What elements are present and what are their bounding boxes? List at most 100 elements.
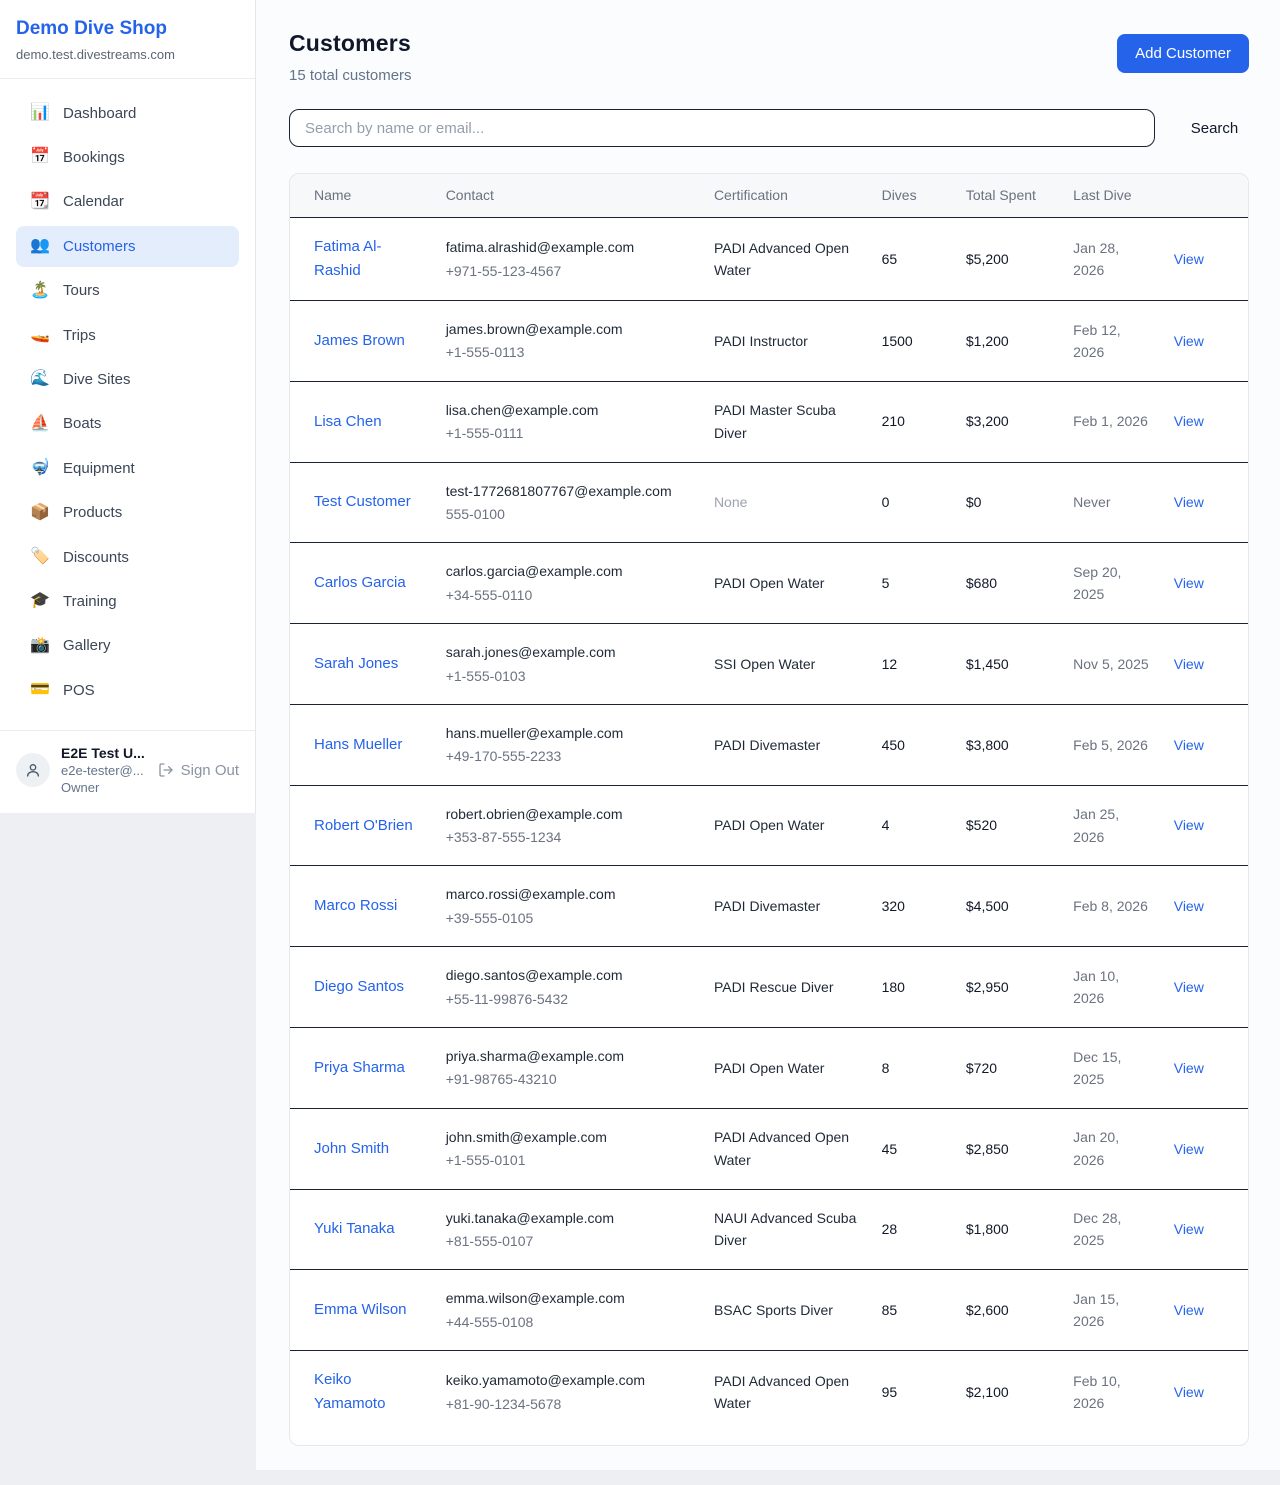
page-header: Customers 15 total customers Add Custome… <box>289 30 1249 84</box>
customer-phone: +1-555-0111 <box>446 422 690 444</box>
table-row: Diego Santos diego.santos@example.com +5… <box>290 947 1248 1028</box>
customer-certification: PADI Rescue Diver <box>714 979 834 995</box>
sidebar-nav: 📊 Dashboard 📅 Bookings 📆 Calendar 👥 Cust… <box>0 79 255 730</box>
page-title: Customers <box>289 30 412 57</box>
view-customer-link[interactable]: View <box>1174 251 1204 267</box>
products-icon: 📦 <box>30 502 50 524</box>
sidebar-item-equipment[interactable]: 🤿 Equipment <box>16 448 239 488</box>
sidebar-item-label: Boats <box>63 413 101 434</box>
view-customer-link[interactable]: View <box>1174 656 1204 672</box>
view-customer-link[interactable]: View <box>1174 1384 1204 1400</box>
gallery-icon: 📸 <box>30 635 50 657</box>
sidebar-item-pos[interactable]: 💳 POS <box>16 670 239 710</box>
customer-phone: +44-555-0108 <box>446 1311 690 1333</box>
search-bar: Search <box>289 109 1249 147</box>
customer-phone: +91-98765-43210 <box>446 1068 690 1090</box>
view-customer-link[interactable]: View <box>1174 333 1204 349</box>
sidebar-item-discounts[interactable]: 🏷️ Discounts <box>16 537 239 577</box>
customer-email: lisa.chen@example.com <box>446 399 690 421</box>
bookings-icon: 📅 <box>30 146 50 168</box>
customer-last-dive: Jan 10, 2026 <box>1073 968 1119 1006</box>
customer-total-spent: $0 <box>966 494 982 510</box>
customer-total-spent: $720 <box>966 1060 997 1076</box>
customer-name-link[interactable]: Lisa Chen <box>314 413 382 430</box>
customer-name-link[interactable]: Diego Santos <box>314 978 404 995</box>
customer-name-link[interactable]: Sarah Jones <box>314 655 398 672</box>
view-customer-link[interactable]: View <box>1174 1221 1204 1237</box>
customer-email: fatima.alrashid@example.com <box>446 236 690 258</box>
customer-dives: 0 <box>882 494 890 510</box>
customer-name-link[interactable]: Hans Mueller <box>314 736 402 753</box>
pos-icon: 💳 <box>30 679 50 701</box>
view-customer-link[interactable]: View <box>1174 1302 1204 1318</box>
customer-email: robert.obrien@example.com <box>446 803 690 825</box>
table-row: James Brown james.brown@example.com +1-5… <box>290 301 1248 382</box>
customer-dives: 1500 <box>882 333 913 349</box>
search-button[interactable]: Search <box>1180 112 1249 145</box>
sidebar-item-products[interactable]: 📦 Products <box>16 493 239 533</box>
customer-dives: 210 <box>882 413 905 429</box>
sidebar-item-tours[interactable]: 🏝️ Tours <box>16 271 239 311</box>
sidebar-item-customers[interactable]: 👥 Customers <box>16 226 239 266</box>
customer-name-link[interactable]: Test Customer <box>314 493 411 510</box>
customer-table-body: Fatima Al-Rashid fatima.alrashid@example… <box>290 218 1248 1434</box>
view-customer-link[interactable]: View <box>1174 898 1204 914</box>
customer-certification: PADI Divemaster <box>714 737 820 753</box>
shop-title: Demo Dive Shop <box>16 18 239 40</box>
table-row: Hans Mueller hans.mueller@example.com +4… <box>290 704 1248 785</box>
sidebar-item-training[interactable]: 🎓 Training <box>16 581 239 621</box>
view-customer-link[interactable]: View <box>1174 1141 1204 1157</box>
add-customer-button[interactable]: Add Customer <box>1117 34 1249 73</box>
customer-certification: PADI Open Water <box>714 1060 824 1076</box>
customer-phone: +1-555-0101 <box>446 1149 690 1171</box>
customer-name-link[interactable]: James Brown <box>314 332 405 349</box>
customer-name-link[interactable]: Priya Sharma <box>314 1059 405 1076</box>
view-customer-link[interactable]: View <box>1174 817 1204 833</box>
sidebar-item-dashboard[interactable]: 📊 Dashboard <box>16 93 239 133</box>
search-input[interactable] <box>289 109 1155 147</box>
customer-email: hans.mueller@example.com <box>446 722 690 744</box>
sidebar-item-dive-sites[interactable]: 🌊 Dive Sites <box>16 359 239 399</box>
table-row: Sarah Jones sarah.jones@example.com +1-5… <box>290 624 1248 705</box>
sidebar-header: Demo Dive Shop demo.test.divestreams.com <box>0 0 255 79</box>
customer-phone: +353-87-555-1234 <box>446 826 690 848</box>
customer-name-link[interactable]: Fatima Al-Rashid <box>314 238 382 279</box>
sidebar-item-calendar[interactable]: 📆 Calendar <box>16 182 239 222</box>
table-row: Keiko Yamamoto keiko.yamamoto@example.co… <box>290 1351 1248 1434</box>
view-customer-link[interactable]: View <box>1174 413 1204 429</box>
customer-email: sarah.jones@example.com <box>446 641 690 663</box>
customer-name-link[interactable]: Marco Rossi <box>314 897 397 914</box>
sign-out-button[interactable]: Sign Out <box>158 762 239 779</box>
sidebar-item-trips[interactable]: 🚤 Trips <box>16 315 239 355</box>
customer-dives: 320 <box>882 898 905 914</box>
customer-certification: PADI Divemaster <box>714 898 820 914</box>
view-customer-link[interactable]: View <box>1174 979 1204 995</box>
view-customer-link[interactable]: View <box>1174 1060 1204 1076</box>
user-email: e2e-tester@... <box>61 763 145 778</box>
view-customer-link[interactable]: View <box>1174 575 1204 591</box>
sidebar-item-boats[interactable]: ⛵ Boats <box>16 404 239 444</box>
column-header-name: Name <box>290 174 434 218</box>
view-customer-link[interactable]: View <box>1174 494 1204 510</box>
customer-last-dive: Dec 15, 2025 <box>1073 1049 1121 1087</box>
customer-dives: 65 <box>882 251 898 267</box>
customer-name-link[interactable]: Keiko Yamamoto <box>314 1371 385 1412</box>
customer-name-link[interactable]: John Smith <box>314 1140 389 1157</box>
sidebar-item-bookings[interactable]: 📅 Bookings <box>16 137 239 177</box>
customer-name-link[interactable]: Emma Wilson <box>314 1301 407 1318</box>
customer-name-link[interactable]: Yuki Tanaka <box>314 1220 395 1237</box>
page-heading-group: Customers 15 total customers <box>289 30 412 84</box>
sidebar-item-gallery[interactable]: 📸 Gallery <box>16 626 239 666</box>
customer-last-dive: Feb 12, 2026 <box>1073 322 1120 360</box>
customer-dives: 12 <box>882 656 898 672</box>
user-avatar <box>16 753 50 787</box>
customer-name-link[interactable]: Robert O'Brien <box>314 817 413 834</box>
customer-dives: 8 <box>882 1060 890 1076</box>
customer-email: marco.rossi@example.com <box>446 883 690 905</box>
training-icon: 🎓 <box>30 590 50 612</box>
customer-total-spent: $2,100 <box>966 1384 1009 1400</box>
customer-total-spent: $1,800 <box>966 1221 1009 1237</box>
customer-name-link[interactable]: Carlos Garcia <box>314 574 406 591</box>
sidebar-item-label: POS <box>63 680 95 701</box>
view-customer-link[interactable]: View <box>1174 737 1204 753</box>
